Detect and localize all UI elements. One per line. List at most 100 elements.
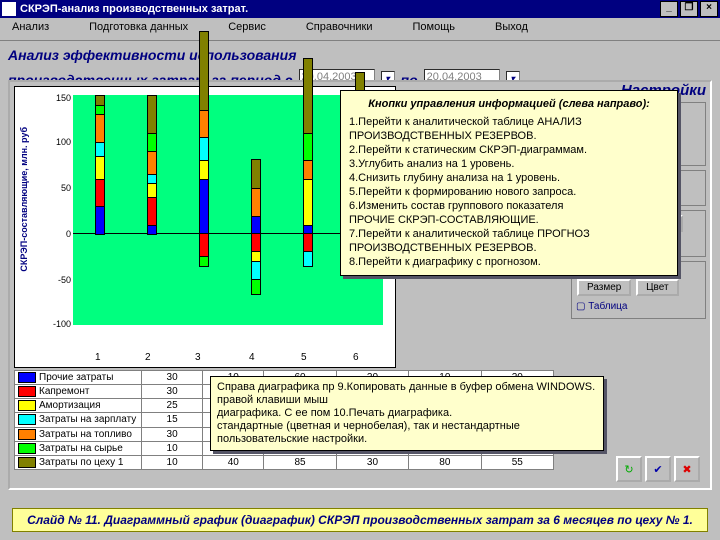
chart-bar bbox=[199, 136, 209, 161]
ytick: 100 bbox=[51, 137, 71, 147]
ytick: 50 bbox=[51, 183, 71, 193]
tooltip-line: диаграфика. С ее пом 10.Печать диаграфик… bbox=[217, 407, 597, 420]
chart-bar bbox=[303, 159, 313, 179]
table-cell: 30 bbox=[142, 385, 203, 399]
chart-bar bbox=[199, 109, 209, 139]
window-title: СКРЭП-анализ производственных затрат. bbox=[20, 3, 248, 15]
color-swatch bbox=[18, 429, 36, 440]
tooltip-title: Кнопки управления информацией (слева нап… bbox=[349, 97, 669, 111]
table-cell: 30 bbox=[336, 455, 408, 469]
chart-bar bbox=[251, 261, 261, 281]
ytick: -50 bbox=[51, 275, 71, 285]
chart-bar bbox=[95, 113, 105, 143]
tooltip-line: 4.Снизить глубину анализа на 1 уровень. bbox=[349, 171, 669, 185]
tooltip-line: ПРОЧИЕ СКРЭП-СОСТАВЛЯЮЩИЕ. bbox=[349, 213, 669, 227]
color-swatch bbox=[18, 414, 36, 425]
chart-bar bbox=[303, 233, 313, 253]
menubar: Анализ Подготовка данных Сервис Справочн… bbox=[0, 18, 720, 41]
chart-bar bbox=[303, 132, 313, 162]
minimize-button[interactable]: _ bbox=[660, 1, 678, 17]
chart-bar bbox=[147, 95, 157, 134]
menu-help[interactable]: Помощь bbox=[409, 20, 460, 38]
refresh-icon[interactable]: ↻ bbox=[616, 456, 642, 482]
tooltip-line: 2.Перейти к статическим СКРЭП-диаграммам… bbox=[349, 143, 669, 157]
chart-bar bbox=[303, 58, 313, 134]
chart-bar bbox=[147, 182, 157, 198]
tooltip-line: 5.Перейти к формированию нового запроса. bbox=[349, 185, 669, 199]
chart-bar bbox=[251, 187, 261, 217]
table-cell: 80 bbox=[409, 455, 481, 469]
chart-bar bbox=[95, 155, 105, 180]
slide-caption: Слайд № 11. Диаграммный график (диаграфи… bbox=[12, 508, 708, 532]
chart-bar bbox=[147, 132, 157, 152]
app-icon bbox=[2, 2, 16, 16]
color-swatch bbox=[18, 457, 36, 468]
table-row: Затраты по цеху 1104085308055 bbox=[15, 455, 554, 469]
checkbox-table[interactable]: ▢ Таблица bbox=[576, 300, 701, 314]
chart-ylabel: СКРЭП-составляющие, млн. руб bbox=[19, 127, 29, 272]
tooltip-line: 1.Перейти к аналитической таблице АНАЛИЗ… bbox=[349, 115, 669, 143]
color-swatch bbox=[18, 443, 36, 454]
chart-bar bbox=[251, 215, 261, 235]
color-swatch bbox=[18, 400, 36, 411]
chart-plot bbox=[73, 95, 383, 325]
color-swatch bbox=[18, 386, 36, 397]
xtick: 2 bbox=[145, 352, 151, 363]
xtick: 3 bbox=[195, 352, 201, 363]
chart-bar bbox=[199, 31, 209, 111]
tooltip-line: правой клавиши мыш bbox=[217, 394, 597, 407]
btn-size[interactable]: Размер bbox=[577, 279, 631, 296]
chart-bar bbox=[147, 196, 157, 226]
ytick: 0 bbox=[51, 229, 71, 239]
chart-bar bbox=[303, 178, 313, 226]
menu-dataprep[interactable]: Подготовка данных bbox=[85, 20, 192, 38]
ytick: 150 bbox=[51, 93, 71, 103]
chart-bar bbox=[95, 95, 105, 106]
table-cell: 40 bbox=[203, 455, 264, 469]
tooltip-line: Справа диаграфика пр 9.Копировать данные… bbox=[217, 381, 597, 394]
action-buttons: ↻ ✔ ✖ bbox=[616, 456, 700, 482]
tooltip-line: стандартные (цветная и чернобелая), так … bbox=[217, 420, 597, 446]
tooltip-line: 6.Изменить состав группового показателя bbox=[349, 199, 669, 213]
slide-footer: Слайд № 11. Диаграммный график (диаграфи… bbox=[0, 508, 720, 532]
cancel-icon[interactable]: ✖ bbox=[674, 456, 700, 482]
menu-exit[interactable]: Выход bbox=[491, 20, 532, 38]
menu-analysis[interactable]: Анализ bbox=[8, 20, 53, 38]
tooltip-line: 3.Углубить анализ на 1 уровень. bbox=[349, 157, 669, 171]
tooltip-line: 8.Перейти к диаграфику с прогнозом. bbox=[349, 255, 669, 269]
chart-bar bbox=[147, 150, 157, 175]
table-cell: 85 bbox=[264, 455, 336, 469]
ytick: -100 bbox=[51, 319, 71, 329]
chart-bar bbox=[251, 279, 261, 295]
xtick: 1 bbox=[95, 352, 101, 363]
table-cell: 10 bbox=[142, 441, 203, 455]
tooltip-line: ПРОИЗВОДСТВЕННЫХ РЕЗЕРВОВ. bbox=[349, 241, 669, 255]
chart-area: СКРЭП-составляющие, млн. руб 150 100 50 … bbox=[14, 86, 396, 368]
menu-reference[interactable]: Справочники bbox=[302, 20, 377, 38]
chart-bar bbox=[251, 233, 261, 253]
chart-bar bbox=[95, 178, 105, 208]
table-cell: 55 bbox=[481, 455, 553, 469]
apply-icon[interactable]: ✔ bbox=[645, 456, 671, 482]
window-titlebar: СКРЭП-анализ производственных затрат. _ … bbox=[0, 0, 720, 18]
close-button[interactable]: × bbox=[700, 1, 718, 17]
xtick: 4 bbox=[249, 352, 255, 363]
color-swatch bbox=[18, 372, 36, 383]
table-cell: 10 bbox=[142, 455, 203, 469]
table-cell: 15 bbox=[142, 413, 203, 427]
chart-bar bbox=[199, 256, 209, 267]
chart-bar bbox=[95, 205, 105, 235]
header-line1: Анализ эффективности использования bbox=[8, 47, 296, 63]
chart-bar bbox=[199, 159, 209, 179]
xtick: 5 bbox=[301, 352, 307, 363]
table-cell: 30 bbox=[142, 427, 203, 441]
chart-bar bbox=[199, 178, 209, 235]
btn-color2[interactable]: Цвет bbox=[636, 279, 678, 296]
help-tooltip-2: Справа диаграфика пр 9.Копировать данные… bbox=[210, 376, 604, 451]
xtick: 6 bbox=[353, 352, 359, 363]
maximize-button[interactable]: ❐ bbox=[680, 1, 698, 17]
menu-service[interactable]: Сервис bbox=[224, 20, 270, 38]
chart-bar bbox=[303, 251, 313, 267]
table-cell: 30 bbox=[142, 371, 203, 385]
tooltip-line: 7.Перейти к аналитической таблице ПРОГНО… bbox=[349, 227, 669, 241]
